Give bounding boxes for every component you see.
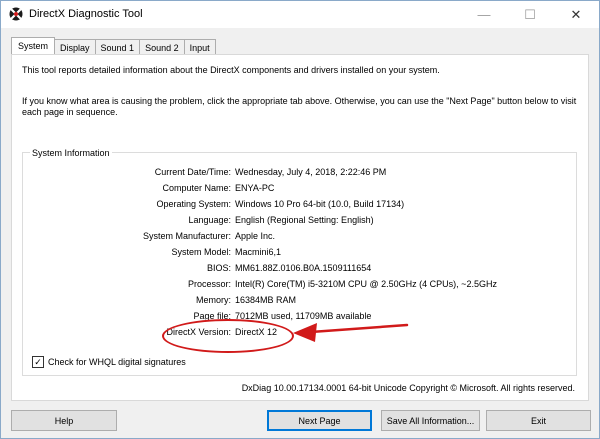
tab-input[interactable]: Input (183, 39, 216, 55)
tab-sound-2[interactable]: Sound 2 (139, 39, 185, 55)
info-label: System Model: (171, 247, 231, 257)
whql-checkbox[interactable]: ✓ (32, 356, 44, 368)
title-bar[interactable]: DirectX Diagnostic Tool — ☐ ✕ (1, 1, 599, 28)
info-value: Apple Inc. (235, 231, 276, 241)
info-row-memory: Memory: 16384MB RAM (72, 295, 572, 307)
info-value: Wednesday, July 4, 2018, 2:22:46 PM (235, 167, 387, 177)
info-row-operating-system: Operating System: Windows 10 Pro 64-bit … (72, 199, 572, 211)
instructions-text: If you know what area is causing the pro… (22, 96, 577, 117)
directx-version-highlight-ellipse (162, 319, 294, 353)
info-label: Current Date/Time: (154, 167, 231, 177)
check-mark-icon: ✓ (34, 356, 42, 367)
info-value: ENYA-PC (235, 183, 275, 193)
info-row-processor: Processor: Intel(R) Core(TM) i5-3210M CP… (72, 279, 572, 291)
dxdiag-version-copyright: DxDiag 10.00.17134.0001 64-bit Unicode C… (241, 383, 575, 393)
save-all-information-button[interactable]: Save All Information... (381, 410, 480, 431)
info-row-bios: BIOS: MM61.88Z.0106.B0A.1509111654 (72, 263, 572, 275)
info-row-computer-name: Computer Name: ENYA-PC (72, 183, 572, 195)
dxdiag-app-icon (9, 7, 23, 21)
info-value: English (Regional Setting: English) (235, 215, 374, 225)
info-row-date-time: Current Date/Time: Wednesday, July 4, 20… (72, 167, 572, 179)
info-label: BIOS: (206, 263, 231, 273)
system-tab-panel: This tool reports detailed information a… (11, 54, 589, 401)
info-label: Operating System: (156, 199, 231, 209)
info-value: 16384MB RAM (235, 295, 297, 305)
info-value: Macmini6,1 (235, 247, 282, 257)
next-page-button[interactable]: Next Page (267, 410, 372, 431)
info-row-language: Language: English (Regional Setting: Eng… (72, 215, 572, 227)
intro-text: This tool reports detailed information a… (22, 65, 440, 75)
info-row-system-model: System Model: Macmini6,1 (72, 247, 572, 259)
window-title: DirectX Diagnostic Tool (29, 8, 143, 20)
maximize-icon: ☐ (524, 6, 536, 22)
system-information-title: System Information (30, 148, 112, 158)
exit-button[interactable]: Exit (486, 410, 591, 431)
info-label: Language: (188, 215, 231, 225)
tab-sound-1[interactable]: Sound 1 (94, 39, 141, 55)
info-value: Windows 10 Pro 64-bit (10.0, Build 17134… (235, 199, 405, 209)
info-label: Memory: (195, 295, 231, 305)
minimize-button[interactable]: — (461, 1, 507, 28)
info-label: Computer Name: (162, 183, 231, 193)
tab-display[interactable]: Display (54, 39, 96, 55)
info-label: Processor: (187, 279, 231, 289)
info-value: MM61.88Z.0106.B0A.1509111654 (235, 263, 372, 273)
whql-check-option[interactable]: ✓ Check for WHQL digital signatures (32, 356, 186, 368)
info-row-system-manufacturer: System Manufacturer: Apple Inc. (72, 231, 572, 243)
close-icon: ✕ (570, 6, 582, 22)
red-arrow-icon (293, 323, 409, 342)
info-label: System Manufacturer: (142, 231, 231, 241)
minimize-icon: — (477, 7, 491, 22)
tab-strip: System Display Sound 1 Sound 2 Input (11, 37, 216, 55)
tab-system[interactable]: System (11, 37, 56, 54)
info-value: Intel(R) Core(TM) i5-3210M CPU @ 2.50GHz… (235, 279, 497, 289)
whql-checkbox-label: Check for WHQL digital signatures (48, 357, 186, 367)
help-button[interactable]: Help (11, 410, 117, 431)
maximize-button[interactable]: ☐ (507, 1, 553, 28)
dxdiag-window: DirectX Diagnostic Tool — ☐ ✕ System Dis… (0, 0, 600, 439)
close-button[interactable]: ✕ (553, 1, 599, 28)
